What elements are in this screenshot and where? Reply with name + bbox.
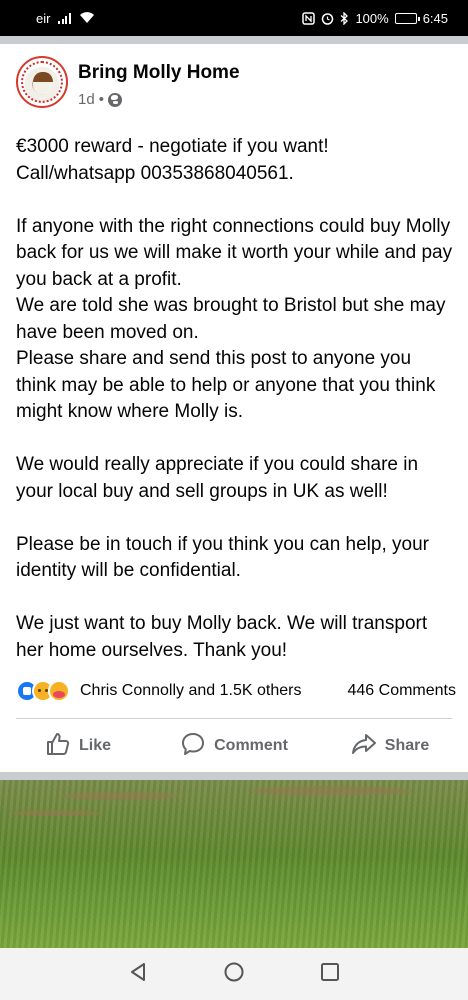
- dog-icon: [33, 72, 53, 94]
- post-meta: 1d •: [78, 91, 240, 108]
- next-post-photo[interactable]: [0, 780, 468, 948]
- alarm-icon: [321, 12, 334, 25]
- reaction-icons: [16, 680, 70, 702]
- post-time[interactable]: 1d: [78, 91, 95, 108]
- system-nav-bar: [0, 948, 468, 1000]
- status-bar: eir 100% 6:45: [0, 0, 468, 36]
- post-line: We just want to buy Molly back. We will …: [16, 613, 428, 661]
- page-avatar[interactable]: [16, 56, 68, 108]
- post-text: €3000 reward - negotiate if you want! Ca…: [16, 134, 456, 664]
- comment-label: Comment: [214, 737, 288, 754]
- post-line: Please share and send this post to anyon…: [16, 348, 436, 422]
- post-line: We are told she was brought to Bristol b…: [16, 295, 446, 343]
- comment-icon: [180, 731, 206, 762]
- recents-icon[interactable]: [319, 961, 341, 988]
- feed-separator-bottom: [0, 772, 468, 780]
- post-line: If anyone with the right connections cou…: [16, 215, 453, 290]
- reactions-bar: Chris Connolly and 1.5K others 446 Comme…: [16, 680, 456, 702]
- clock: 6:45: [422, 10, 448, 26]
- action-bar: Like Comment Share: [0, 720, 468, 772]
- globe-icon: [107, 92, 122, 107]
- feed-separator-top: [0, 36, 468, 44]
- status-right: 100% 6:45: [302, 11, 448, 26]
- ground-patch: [60, 792, 180, 800]
- page-name[interactable]: Bring Molly Home: [78, 62, 240, 84]
- bluetooth-icon: [340, 11, 349, 25]
- carrier-label: eir: [36, 10, 51, 26]
- status-left: eir: [36, 11, 95, 26]
- post-line: Please be in touch if you think you can …: [16, 533, 429, 582]
- signal-icon: [58, 12, 71, 24]
- wifi-icon: [79, 12, 95, 24]
- action-divider: [16, 718, 452, 719]
- home-icon[interactable]: [223, 961, 245, 988]
- battery-percent: 100%: [355, 10, 389, 26]
- care-icon: [48, 680, 70, 702]
- thumbs-up-icon: [45, 731, 71, 762]
- post-line: We would really appreciate if you could …: [16, 454, 419, 502]
- comment-button[interactable]: Comment: [156, 720, 312, 772]
- post-blank-line: [16, 505, 456, 532]
- back-icon[interactable]: [127, 961, 149, 988]
- share-button[interactable]: Share: [312, 720, 468, 772]
- post-blank-line: [16, 426, 456, 453]
- post-header: Bring Molly Home 1d •: [16, 56, 240, 108]
- ground-patch: [250, 786, 410, 796]
- post-line: €3000 reward - negotiate if you want!: [16, 136, 329, 157]
- post-line[interactable]: Call/whatsapp 00353868040561.: [16, 161, 456, 188]
- battery-icon: [394, 12, 420, 24]
- meta-separator: •: [98, 91, 104, 108]
- like-label: Like: [78, 737, 111, 754]
- share-icon: [351, 731, 377, 762]
- like-button[interactable]: Like: [0, 720, 156, 772]
- share-label: Share: [384, 737, 430, 754]
- nfc-icon: [302, 11, 316, 25]
- post-author-block: Bring Molly Home 1d •: [78, 56, 240, 108]
- post-blank-line: [16, 187, 456, 214]
- reaction-names[interactable]: Chris Connolly and 1.5K others: [80, 682, 301, 700]
- post-blank-line: [16, 585, 456, 612]
- post-card: Bring Molly Home 1d • €3000 reward - neg…: [0, 44, 468, 772]
- reactions-summary[interactable]: Chris Connolly and 1.5K others: [16, 680, 301, 702]
- ground-patch: [10, 810, 100, 816]
- comment-count[interactable]: 446 Comments: [348, 682, 457, 700]
